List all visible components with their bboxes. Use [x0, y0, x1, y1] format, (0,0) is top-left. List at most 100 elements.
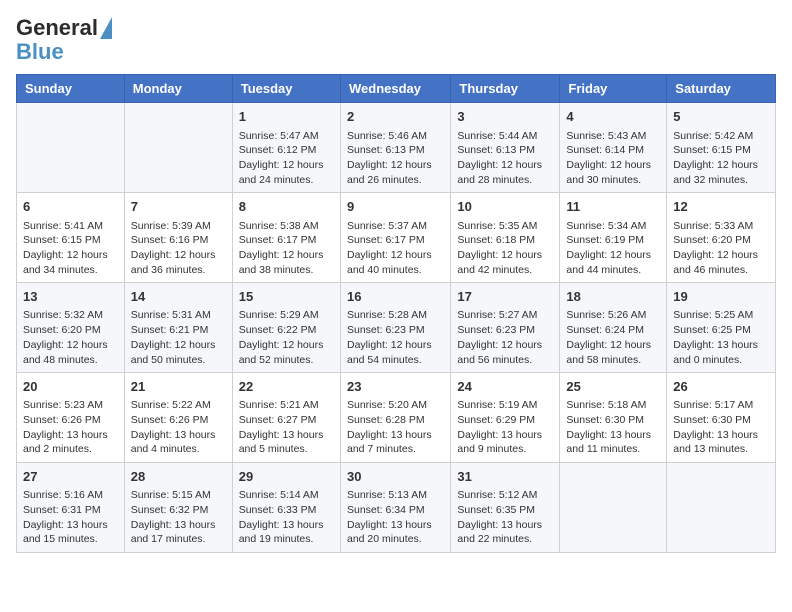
day-number: 29 [239, 468, 334, 486]
logo-blue: Blue [16, 40, 64, 64]
day-info: Sunrise: 5:43 AM Sunset: 6:14 PM Dayligh… [566, 129, 660, 188]
day-info: Sunrise: 5:35 AM Sunset: 6:18 PM Dayligh… [457, 219, 553, 278]
day-number: 30 [347, 468, 444, 486]
day-info: Sunrise: 5:16 AM Sunset: 6:31 PM Dayligh… [23, 488, 118, 547]
calendar-cell: 17 Sunrise: 5:27 AM Sunset: 6:23 PM Dayli… [451, 283, 560, 373]
calendar-table: SundayMondayTuesdayWednesdayThursdayFrid… [16, 74, 776, 553]
day-number: 8 [239, 198, 334, 216]
calendar-cell [17, 103, 125, 193]
calendar-cell: 7Sunrise: 5:39 AM Sunset: 6:16 PM Daylig… [124, 193, 232, 283]
calendar-cell: 20Sunrise: 5:23 AM Sunset: 6:26 PM Dayli… [17, 373, 125, 463]
day-number: 14 [131, 288, 226, 306]
calendar-cell: 30 Sunrise: 5:13 AM Sunset: 6:34 PM Dayli… [340, 463, 450, 553]
day-info: Sunrise: 5:29 AM Sunset: 6:22 PM Dayligh… [239, 308, 334, 367]
day-info: Sunrise: 5:25 AM Sunset: 6:25 PM Dayligh… [673, 308, 769, 367]
week-row-3: 13 Sunrise: 5:32 AM Sunset: 6:20 PM Dayli… [17, 283, 776, 373]
calendar-cell: 22Sunrise: 5:21 AM Sunset: 6:27 PM Dayli… [232, 373, 340, 463]
calendar-header: SundayMondayTuesdayWednesdayThursdayFrid… [17, 75, 776, 103]
calendar-cell: 19 Sunrise: 5:25 AM Sunset: 6:25 PM Dayli… [667, 283, 776, 373]
calendar-cell: 5 Sunrise: 5:42 AM Sunset: 6:15 PM Daylig… [667, 103, 776, 193]
day-info: Sunrise: 5:42 AM Sunset: 6:15 PM Dayligh… [673, 129, 769, 188]
logo-triangle-icon [100, 17, 112, 39]
day-info: Sunrise: 5:12 AM Sunset: 6:35 PM Dayligh… [457, 488, 553, 547]
calendar-cell: 8 Sunrise: 5:38 AM Sunset: 6:17 PM Daylig… [232, 193, 340, 283]
day-header-thursday: Thursday [451, 75, 560, 103]
day-number: 10 [457, 198, 553, 216]
calendar-cell: 1 Sunrise: 5:47 AM Sunset: 6:12 PM Daylig… [232, 103, 340, 193]
day-number: 9 [347, 198, 444, 216]
day-number: 5 [673, 108, 769, 126]
week-row-4: 20Sunrise: 5:23 AM Sunset: 6:26 PM Dayli… [17, 373, 776, 463]
day-info: Sunrise: 5:32 AM Sunset: 6:20 PM Dayligh… [23, 308, 118, 367]
calendar-cell: 28 Sunrise: 5:15 AM Sunset: 6:32 PM Dayli… [124, 463, 232, 553]
day-number: 19 [673, 288, 769, 306]
calendar-cell [667, 463, 776, 553]
day-number: 15 [239, 288, 334, 306]
day-number: 11 [566, 198, 660, 216]
calendar-cell: 29 Sunrise: 5:14 AM Sunset: 6:33 PM Dayli… [232, 463, 340, 553]
day-info: Sunrise: 5:46 AM Sunset: 6:13 PM Dayligh… [347, 129, 444, 188]
day-number: 18 [566, 288, 660, 306]
logo: General Blue [16, 16, 112, 64]
day-info: Sunrise: 5:47 AM Sunset: 6:12 PM Dayligh… [239, 129, 334, 188]
day-number: 1 [239, 108, 334, 126]
calendar-cell: 16 Sunrise: 5:28 AM Sunset: 6:23 PM Dayli… [340, 283, 450, 373]
day-info: Sunrise: 5:17 AM Sunset: 6:30 PM Dayligh… [673, 398, 769, 457]
week-row-2: 6 Sunrise: 5:41 AM Sunset: 6:15 PM Daylig… [17, 193, 776, 283]
calendar-cell: 11 Sunrise: 5:34 AM Sunset: 6:19 PM Dayli… [560, 193, 667, 283]
day-number: 2 [347, 108, 444, 126]
day-header-wednesday: Wednesday [340, 75, 450, 103]
calendar-cell [560, 463, 667, 553]
day-header-saturday: Saturday [667, 75, 776, 103]
day-header-monday: Monday [124, 75, 232, 103]
calendar-cell: 15 Sunrise: 5:29 AM Sunset: 6:22 PM Dayli… [232, 283, 340, 373]
calendar-cell: 26 Sunrise: 5:17 AM Sunset: 6:30 PM Dayli… [667, 373, 776, 463]
day-info: Sunrise: 5:31 AM Sunset: 6:21 PM Dayligh… [131, 308, 226, 367]
day-info: Sunrise: 5:14 AM Sunset: 6:33 PM Dayligh… [239, 488, 334, 547]
day-info: Sunrise: 5:13 AM Sunset: 6:34 PM Dayligh… [347, 488, 444, 547]
calendar-cell: 24 Sunrise: 5:19 AM Sunset: 6:29 PM Dayli… [451, 373, 560, 463]
calendar-cell: 3Sunrise: 5:44 AM Sunset: 6:13 PM Daylig… [451, 103, 560, 193]
day-info: Sunrise: 5:18 AM Sunset: 6:30 PM Dayligh… [566, 398, 660, 457]
day-number: 21 [131, 378, 226, 396]
day-number: 25 [566, 378, 660, 396]
calendar-cell: 4 Sunrise: 5:43 AM Sunset: 6:14 PM Daylig… [560, 103, 667, 193]
day-info: Sunrise: 5:15 AM Sunset: 6:32 PM Dayligh… [131, 488, 226, 547]
day-number: 13 [23, 288, 118, 306]
day-header-friday: Friday [560, 75, 667, 103]
day-info: Sunrise: 5:37 AM Sunset: 6:17 PM Dayligh… [347, 219, 444, 278]
week-row-1: 1 Sunrise: 5:47 AM Sunset: 6:12 PM Daylig… [17, 103, 776, 193]
calendar-cell: 2 Sunrise: 5:46 AM Sunset: 6:13 PM Daylig… [340, 103, 450, 193]
day-number: 26 [673, 378, 769, 396]
day-info: Sunrise: 5:27 AM Sunset: 6:23 PM Dayligh… [457, 308, 553, 367]
day-info: Sunrise: 5:44 AM Sunset: 6:13 PM Dayligh… [457, 129, 553, 188]
calendar-cell: 10 Sunrise: 5:35 AM Sunset: 6:18 PM Dayli… [451, 193, 560, 283]
day-info: Sunrise: 5:28 AM Sunset: 6:23 PM Dayligh… [347, 308, 444, 367]
day-info: Sunrise: 5:34 AM Sunset: 6:19 PM Dayligh… [566, 219, 660, 278]
week-row-5: 27 Sunrise: 5:16 AM Sunset: 6:31 PM Dayli… [17, 463, 776, 553]
calendar-cell: 14 Sunrise: 5:31 AM Sunset: 6:21 PM Dayli… [124, 283, 232, 373]
day-info: Sunrise: 5:41 AM Sunset: 6:15 PM Dayligh… [23, 219, 118, 278]
calendar-cell: 18Sunrise: 5:26 AM Sunset: 6:24 PM Dayli… [560, 283, 667, 373]
day-info: Sunrise: 5:23 AM Sunset: 6:26 PM Dayligh… [23, 398, 118, 457]
day-info: Sunrise: 5:33 AM Sunset: 6:20 PM Dayligh… [673, 219, 769, 278]
calendar-cell: 6 Sunrise: 5:41 AM Sunset: 6:15 PM Daylig… [17, 193, 125, 283]
logo-general: General [16, 16, 98, 40]
day-number: 16 [347, 288, 444, 306]
calendar-cell: 25 Sunrise: 5:18 AM Sunset: 6:30 PM Dayli… [560, 373, 667, 463]
day-number: 12 [673, 198, 769, 216]
calendar-cell: 31Sunrise: 5:12 AM Sunset: 6:35 PM Dayli… [451, 463, 560, 553]
day-number: 4 [566, 108, 660, 126]
day-number: 6 [23, 198, 118, 216]
day-number: 17 [457, 288, 553, 306]
day-info: Sunrise: 5:19 AM Sunset: 6:29 PM Dayligh… [457, 398, 553, 457]
calendar-cell: 23Sunrise: 5:20 AM Sunset: 6:28 PM Dayli… [340, 373, 450, 463]
day-info: Sunrise: 5:20 AM Sunset: 6:28 PM Dayligh… [347, 398, 444, 457]
day-info: Sunrise: 5:38 AM Sunset: 6:17 PM Dayligh… [239, 219, 334, 278]
day-number: 27 [23, 468, 118, 486]
calendar-cell: 12 Sunrise: 5:33 AM Sunset: 6:20 PM Dayli… [667, 193, 776, 283]
day-info: Sunrise: 5:21 AM Sunset: 6:27 PM Dayligh… [239, 398, 334, 457]
day-info: Sunrise: 5:22 AM Sunset: 6:26 PM Dayligh… [131, 398, 226, 457]
day-number: 28 [131, 468, 226, 486]
day-number: 24 [457, 378, 553, 396]
